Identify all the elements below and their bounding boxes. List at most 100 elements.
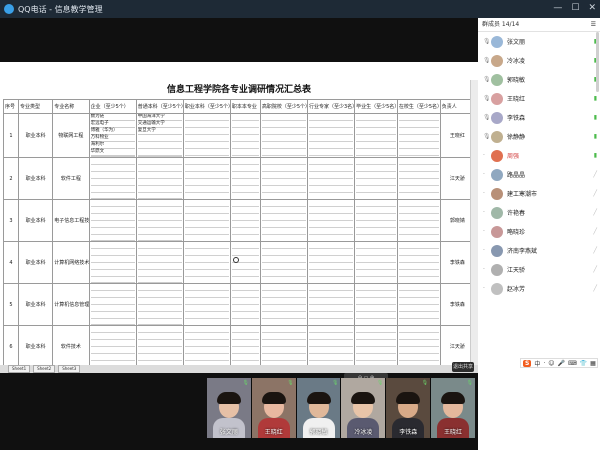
sheet-tab[interactable]: Sheet2 [33,365,56,373]
cell-major-name[interactable]: 物联网工程 [52,113,90,158]
cell-enterprises[interactable] [88,157,137,200]
member-item[interactable]: 🎙 王晓红 ▮ [478,89,600,108]
cell-empty[interactable] [396,157,441,200]
cell-empty[interactable] [354,283,398,326]
cell-empty[interactable] [354,241,398,284]
member-item[interactable]: 🎙 李铁森 ▮ [478,108,600,127]
cell-number[interactable]: 1 [3,113,19,158]
cell-empty[interactable] [182,113,231,158]
cell-number[interactable]: 6 [3,325,19,368]
cell-empty[interactable] [182,199,231,242]
cell-empty[interactable] [182,283,231,326]
member-item[interactable]: 🎙冷冰凌▮ [478,51,600,70]
close-icon[interactable]: ✕ [588,3,596,13]
sheet-tab[interactable]: Sheet3 [58,365,81,373]
cell-empty[interactable] [396,199,441,242]
ime-lang[interactable]: 中 [534,359,540,368]
cell-empty[interactable] [306,157,356,200]
cell-enterprises[interactable] [88,283,137,326]
ime-punct-icon[interactable]: · [543,360,545,367]
cell-universities[interactable] [135,325,184,368]
collapse-icon[interactable]: ☰ [591,18,596,31]
video-tile[interactable]: 张文丽 🎙 [207,378,251,438]
cell-empty[interactable] [229,157,261,200]
video-tile[interactable]: 王晓红 🎙 [431,378,475,438]
cell-universities[interactable] [135,283,184,326]
ime-mic-icon[interactable]: 🎤 [558,360,565,367]
sheet-vertical-scrollbar[interactable] [470,80,478,368]
video-tile[interactable]: 王晓红 🎙 [251,378,296,438]
cell-empty[interactable] [396,113,441,158]
cell-number[interactable]: 4 [3,241,19,284]
cell-enterprises[interactable]: 数为链 宏远电子 博雅（华为） 万科物业 海利尔 华鼎文 [88,113,137,158]
member-item[interactable]: · 建工寒潮市 ╱ [478,184,600,203]
cell-empty[interactable] [306,241,356,284]
cell-major-type[interactable]: 职业本科 [17,283,54,326]
cell-empty[interactable] [354,199,398,242]
cell-empty[interactable] [229,325,261,368]
cell-major-name[interactable]: 电子信息工程技术 [52,199,90,242]
member-item[interactable]: · 略晓珍 ╱ [478,222,600,241]
member-item[interactable]: · 江天骄 ╱ [478,260,600,279]
cell-major-type[interactable]: 职业本科 [17,157,54,200]
cell-major-type[interactable]: 职业本科 [17,241,54,284]
member-item[interactable]: · 济南李燕斌 ╱ [478,241,600,260]
cell-universities[interactable] [135,199,184,242]
cell-empty[interactable] [306,199,356,242]
cell-number[interactable]: 3 [3,199,19,242]
cell-empty[interactable] [182,325,231,368]
cell-empty[interactable] [229,283,261,326]
cell-empty[interactable] [306,283,356,326]
member-item[interactable]: 🎙 徐静静 ▮ [478,127,600,146]
maximize-icon[interactable]: ☐ [571,3,579,13]
cell-major-type[interactable]: 职业本科 [17,199,54,242]
cell-empty[interactable] [182,241,231,284]
cell-empty[interactable] [182,157,231,200]
survey-table[interactable]: 序号 专业类型 专业名称 企业（至少5个） 普通本科（至少5个） 职业本科（至少5个） 职本… [3,99,476,368]
cell-empty[interactable] [306,113,356,158]
cell-empty[interactable] [354,157,398,200]
member-item[interactable]: 🎙张文丽▮ [478,32,600,51]
cell-major-type[interactable]: 职业本科 [17,113,54,158]
cell-universities[interactable] [135,157,184,200]
cell-major-name[interactable]: 软件工程 [52,157,90,200]
ime-shirt-icon[interactable]: 👕 [580,360,587,367]
video-tile[interactable]: 郭晓敏 🎙 [296,378,341,438]
members-scrollbar[interactable] [596,32,599,92]
sheet-tab[interactable]: Sheet1 [8,365,31,373]
cell-empty[interactable] [259,113,308,158]
cell-major-name[interactable]: 计算机信息管理 [52,283,90,326]
cell-empty[interactable] [354,325,398,368]
cell-enterprises[interactable] [88,241,137,284]
cell-empty[interactable] [396,283,441,326]
cell-universities[interactable] [135,241,184,284]
cell-empty[interactable] [306,325,356,368]
cell-empty[interactable] [259,241,308,284]
cell-empty[interactable] [259,199,308,242]
minimize-icon[interactable]: — [553,3,562,13]
cell-empty[interactable] [259,283,308,326]
cell-empty[interactable] [396,241,441,284]
cell-empty[interactable] [259,325,308,368]
ime-emoji-icon[interactable]: ☺ [548,360,554,367]
member-item[interactable]: · 赵冰芳 ╱ [478,279,600,298]
member-item[interactable]: · 许艳春 ╱ [478,203,600,222]
cell-number[interactable]: 2 [3,157,19,200]
cell-empty[interactable] [396,325,441,368]
ime-toolbar[interactable]: S 中 · ☺ 🎤 ⌨ 👕 ▦ [520,358,598,368]
cell-major-type[interactable]: 职业本科 [17,325,54,368]
sogou-ime-icon[interactable]: S [523,359,532,367]
cell-major-name[interactable]: 软件技术 [52,325,90,368]
cell-enterprises[interactable] [88,325,137,368]
ime-grid-icon[interactable]: ▦ [590,360,596,367]
exit-share-button[interactable]: 退出共享 [452,362,474,372]
cell-empty[interactable] [229,199,261,242]
cell-major-name[interactable]: 计算机网络技术 [52,241,90,284]
cell-empty[interactable] [354,113,398,158]
cell-number[interactable]: 5 [3,283,19,326]
member-item[interactable]: · 路晶晶 ╱ [478,165,600,184]
member-item[interactable]: 🎙郭晓敏▮ [478,70,600,89]
cell-empty[interactable] [229,113,261,158]
member-item[interactable]: · 周强 ▮ [478,146,600,165]
cell-enterprises[interactable] [88,199,137,242]
